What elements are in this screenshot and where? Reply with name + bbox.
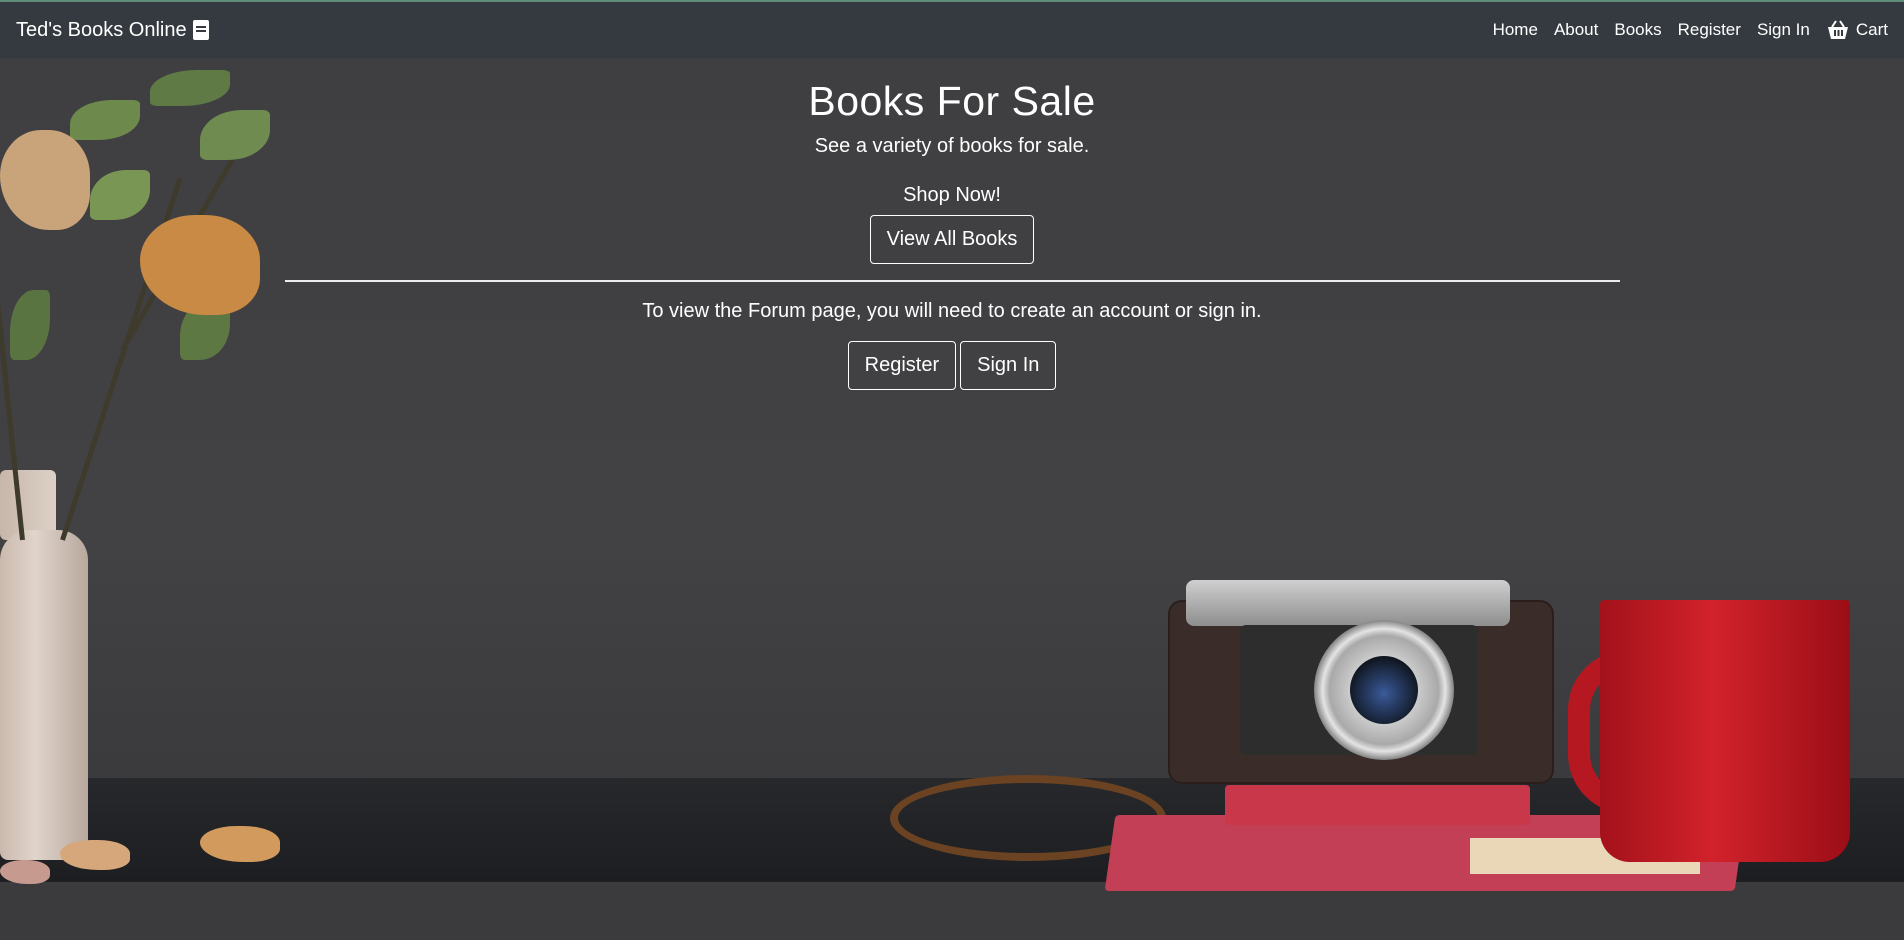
fallen-petal [0, 860, 50, 884]
navbar: Ted's Books Online Home About Books Regi… [0, 0, 1904, 58]
nav-about-link[interactable]: About [1554, 20, 1598, 40]
sign-in-button[interactable]: Sign In [960, 341, 1057, 390]
nav-register-link[interactable]: Register [1678, 20, 1741, 40]
nav-home-link[interactable]: Home [1493, 20, 1538, 40]
register-button[interactable]: Register [847, 341, 957, 390]
vase [0, 530, 88, 860]
forum-notice: To view the Forum page, you will need to… [642, 300, 1262, 322]
nav-cart-link[interactable]: Cart [1826, 20, 1888, 40]
hero-section: Books For Sale See a variety of books fo… [0, 58, 1904, 390]
cart-label: Cart [1855, 20, 1888, 39]
camera-top [1186, 580, 1510, 626]
shopping-basket-icon [1827, 20, 1848, 39]
red-mug [1600, 600, 1850, 862]
nav-books-link[interactable]: Books [1614, 20, 1661, 40]
view-all-books-button[interactable]: View All Books [869, 215, 1035, 264]
page-title: Books For Sale [808, 78, 1096, 124]
auth-buttons: Register Sign In [0, 341, 1904, 390]
small-notebook [1225, 785, 1530, 825]
divider [284, 280, 1620, 282]
brand-name: Ted's Books Online [16, 18, 187, 41]
camera-lens-glass [1350, 656, 1418, 724]
page-subtitle: See a variety of books for sale. [814, 135, 1090, 157]
shop-now-text: Shop Now! [903, 184, 1001, 206]
brand-link[interactable]: Ted's Books Online [16, 19, 209, 42]
nav-signin-link[interactable]: Sign In [1757, 20, 1810, 40]
book-icon [192, 20, 209, 40]
nav-links: Home About Books Register Sign In Cart [1493, 20, 1888, 40]
